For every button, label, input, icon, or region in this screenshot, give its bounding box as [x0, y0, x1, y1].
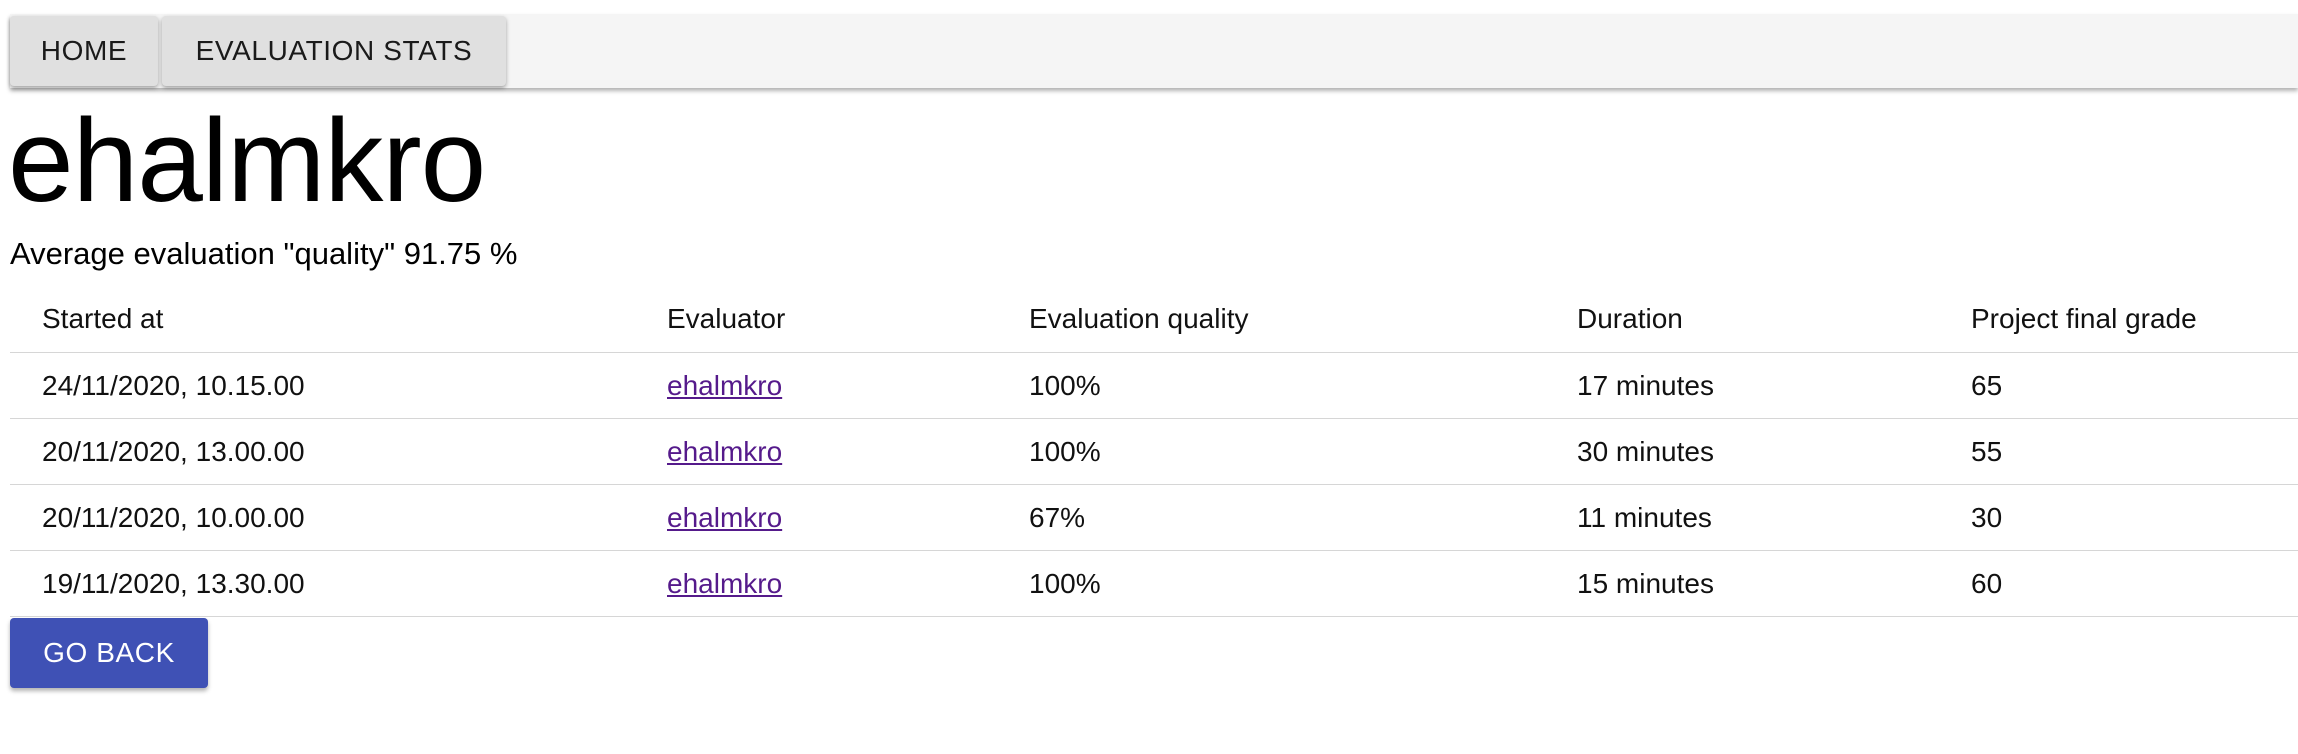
cell-evaluation-quality: 67% — [997, 484, 1545, 551]
cell-duration: 11 minutes — [1545, 484, 1939, 551]
table-row: 20/11/2020, 10.00.00 ehalmkro 67% 11 min… — [10, 484, 2298, 551]
top-app-bar: HOME EVALUATION STATS — [10, 14, 2298, 88]
cell-started-at: 24/11/2020, 10.15.00 — [10, 352, 635, 419]
cell-started-at: 19/11/2020, 13.30.00 — [10, 550, 635, 617]
cell-started-at: 20/11/2020, 13.00.00 — [10, 418, 635, 485]
cell-evaluation-quality: 100% — [997, 550, 1545, 617]
header-evaluator: Evaluator — [635, 286, 997, 353]
header-project-final-grade: Project final grade — [1939, 286, 2298, 353]
cell-project-final-grade: 65 — [1939, 352, 2298, 419]
cell-project-final-grade: 60 — [1939, 550, 2298, 617]
cell-evaluator: ehalmkro — [635, 550, 997, 617]
page-title: ehalmkro — [8, 95, 486, 227]
header-evaluation-quality: Evaluation quality — [997, 286, 1545, 353]
cell-duration: 30 minutes — [1545, 418, 1939, 485]
evaluation-stats-button[interactable]: EVALUATION STATS — [162, 16, 506, 86]
cell-project-final-grade: 30 — [1939, 484, 2298, 551]
header-started-at: Started at — [10, 286, 635, 353]
cell-project-final-grade: 55 — [1939, 418, 2298, 485]
average-quality-text: Average evaluation "quality" 91.75 % — [10, 236, 518, 271]
evaluations-table-container: Started at Evaluator Evaluation quality … — [10, 286, 2298, 617]
table-row: 24/11/2020, 10.15.00 ehalmkro 100% 17 mi… — [10, 352, 2298, 419]
evaluator-link[interactable]: ehalmkro — [667, 502, 782, 533]
cell-evaluator: ehalmkro — [635, 484, 997, 551]
cell-started-at: 20/11/2020, 10.00.00 — [10, 484, 635, 551]
table-row: 20/11/2020, 13.00.00 ehalmkro 100% 30 mi… — [10, 418, 2298, 485]
evaluator-link[interactable]: ehalmkro — [667, 568, 782, 599]
go-back-button[interactable]: GO BACK — [10, 618, 208, 688]
cell-evaluation-quality: 100% — [997, 418, 1545, 485]
evaluator-link[interactable]: ehalmkro — [667, 370, 782, 401]
evaluations-table: Started at Evaluator Evaluation quality … — [10, 286, 2298, 617]
cell-evaluator: ehalmkro — [635, 352, 997, 419]
table-row: 19/11/2020, 13.30.00 ehalmkro 100% 15 mi… — [10, 550, 2298, 617]
page: HOME EVALUATION STATS ehalmkro Average e… — [0, 0, 2298, 754]
cell-evaluator: ehalmkro — [635, 418, 997, 485]
evaluator-link[interactable]: ehalmkro — [667, 436, 782, 467]
cell-evaluation-quality: 100% — [997, 352, 1545, 419]
header-duration: Duration — [1545, 286, 1939, 353]
table-header-row: Started at Evaluator Evaluation quality … — [10, 286, 2298, 353]
home-button[interactable]: HOME — [10, 16, 158, 86]
cell-duration: 17 minutes — [1545, 352, 1939, 419]
cell-duration: 15 minutes — [1545, 550, 1939, 617]
